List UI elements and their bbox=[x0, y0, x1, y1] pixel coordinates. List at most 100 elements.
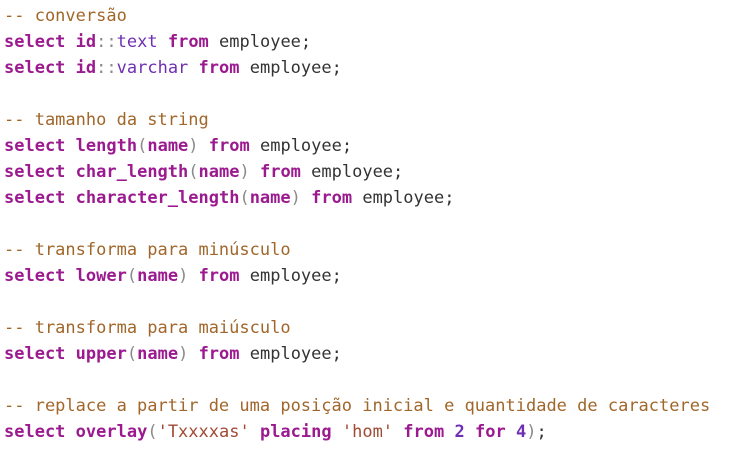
punctuation-token: ) bbox=[239, 162, 250, 182]
keyword-token: length bbox=[75, 136, 138, 156]
keyword-token: for bbox=[475, 422, 506, 442]
code-line[interactable]: select char_length(name) from employee; bbox=[4, 159, 742, 185]
text-token: employee; bbox=[300, 162, 404, 182]
punctuation-token: :: bbox=[96, 58, 117, 78]
text-token: employee; bbox=[239, 58, 342, 78]
code-editor[interactable]: -- conversãoselect id::text from employe… bbox=[0, 0, 742, 454]
punctuation-token: ( bbox=[147, 422, 158, 442]
code-line[interactable] bbox=[4, 367, 742, 393]
keyword-token: name bbox=[137, 344, 179, 364]
keyword-token: name bbox=[198, 162, 240, 182]
code-line[interactable]: -- transforma para minúsculo bbox=[4, 237, 742, 263]
keyword-token: from bbox=[198, 344, 240, 364]
comment-token: -- tamanho da string bbox=[4, 110, 209, 130]
code-line[interactable]: -- replace a partir de uma posição inici… bbox=[4, 393, 742, 419]
code-line[interactable]: select upper(name) from employee; bbox=[4, 341, 742, 367]
text-token: employee; bbox=[239, 266, 342, 286]
punctuation-token: ( bbox=[126, 266, 138, 286]
comment-token: -- transforma para minúsculo bbox=[4, 240, 291, 260]
keyword-token: upper bbox=[75, 344, 127, 364]
comment-token: -- transforma para maiúsculo bbox=[4, 318, 291, 338]
text-token: ; bbox=[536, 422, 547, 442]
type-token: text bbox=[116, 32, 158, 52]
keyword-token: placing bbox=[259, 422, 332, 442]
punctuation-token: ) bbox=[526, 422, 537, 442]
text-token: employee; bbox=[208, 32, 312, 52]
keyword-token: from bbox=[198, 58, 240, 78]
keyword-token: from bbox=[311, 188, 353, 208]
keyword-token: name bbox=[147, 136, 189, 156]
comment-token: -- conversão bbox=[4, 6, 127, 26]
keyword-token: name bbox=[137, 266, 179, 286]
punctuation-token: ( bbox=[188, 162, 199, 182]
code-line[interactable]: select lower(name) from employee; bbox=[4, 263, 742, 289]
code-line[interactable] bbox=[4, 211, 742, 237]
code-line[interactable]: select overlay('Txxxxas' placing 'hom' f… bbox=[4, 419, 742, 445]
code-line[interactable]: -- transforma para maiúsculo bbox=[4, 315, 742, 341]
text-token: employee; bbox=[352, 188, 455, 208]
punctuation-token: ) bbox=[188, 136, 199, 156]
punctuation-token: :: bbox=[96, 32, 117, 52]
string-token: 'Txxxxas' bbox=[157, 422, 250, 442]
keyword-token: select bbox=[4, 32, 66, 52]
text-token: employee; bbox=[249, 136, 353, 156]
code-line[interactable]: select length(name) from employee; bbox=[4, 133, 742, 159]
code-line[interactable] bbox=[4, 81, 742, 107]
keyword-token: select bbox=[4, 422, 66, 442]
string-token: 'hom' bbox=[341, 422, 394, 442]
keyword-token: lower bbox=[75, 266, 127, 286]
keyword-token: select bbox=[4, 162, 66, 182]
code-line[interactable]: -- conversão bbox=[4, 3, 742, 29]
code-line[interactable]: select character_length(name) from emplo… bbox=[4, 185, 742, 211]
keyword-token: name bbox=[249, 188, 291, 208]
number-token: 4 bbox=[515, 422, 527, 442]
code-line[interactable]: -- tamanho da string bbox=[4, 107, 742, 133]
comment-token: -- replace a partir de uma posição inici… bbox=[4, 396, 711, 416]
punctuation-token: ( bbox=[126, 344, 138, 364]
keyword-token: character_length bbox=[75, 188, 240, 208]
type-token: varchar bbox=[116, 58, 189, 78]
code-line[interactable] bbox=[4, 289, 742, 315]
text-token: employee; bbox=[239, 344, 342, 364]
keyword-token: from bbox=[403, 422, 445, 442]
keyword-token: select bbox=[4, 266, 66, 286]
keyword-token: select bbox=[4, 136, 66, 156]
keyword-token: overlay bbox=[75, 422, 148, 442]
keyword-token: from bbox=[167, 32, 209, 52]
code-line[interactable]: select id::varchar from employee; bbox=[4, 55, 742, 81]
code-line[interactable]: select id::text from employee; bbox=[4, 29, 742, 55]
number-token: 2 bbox=[454, 422, 465, 442]
keyword-token: select bbox=[4, 188, 66, 208]
punctuation-token: ) bbox=[178, 344, 189, 364]
keyword-token: id bbox=[75, 32, 97, 52]
keyword-token: id bbox=[75, 58, 97, 78]
punctuation-token: ) bbox=[290, 188, 301, 208]
keyword-token: char_length bbox=[75, 162, 189, 182]
keyword-token: select bbox=[4, 58, 66, 78]
keyword-token: select bbox=[4, 344, 66, 364]
punctuation-token: ( bbox=[239, 188, 250, 208]
keyword-token: from bbox=[198, 266, 240, 286]
keyword-token: from bbox=[259, 162, 301, 182]
